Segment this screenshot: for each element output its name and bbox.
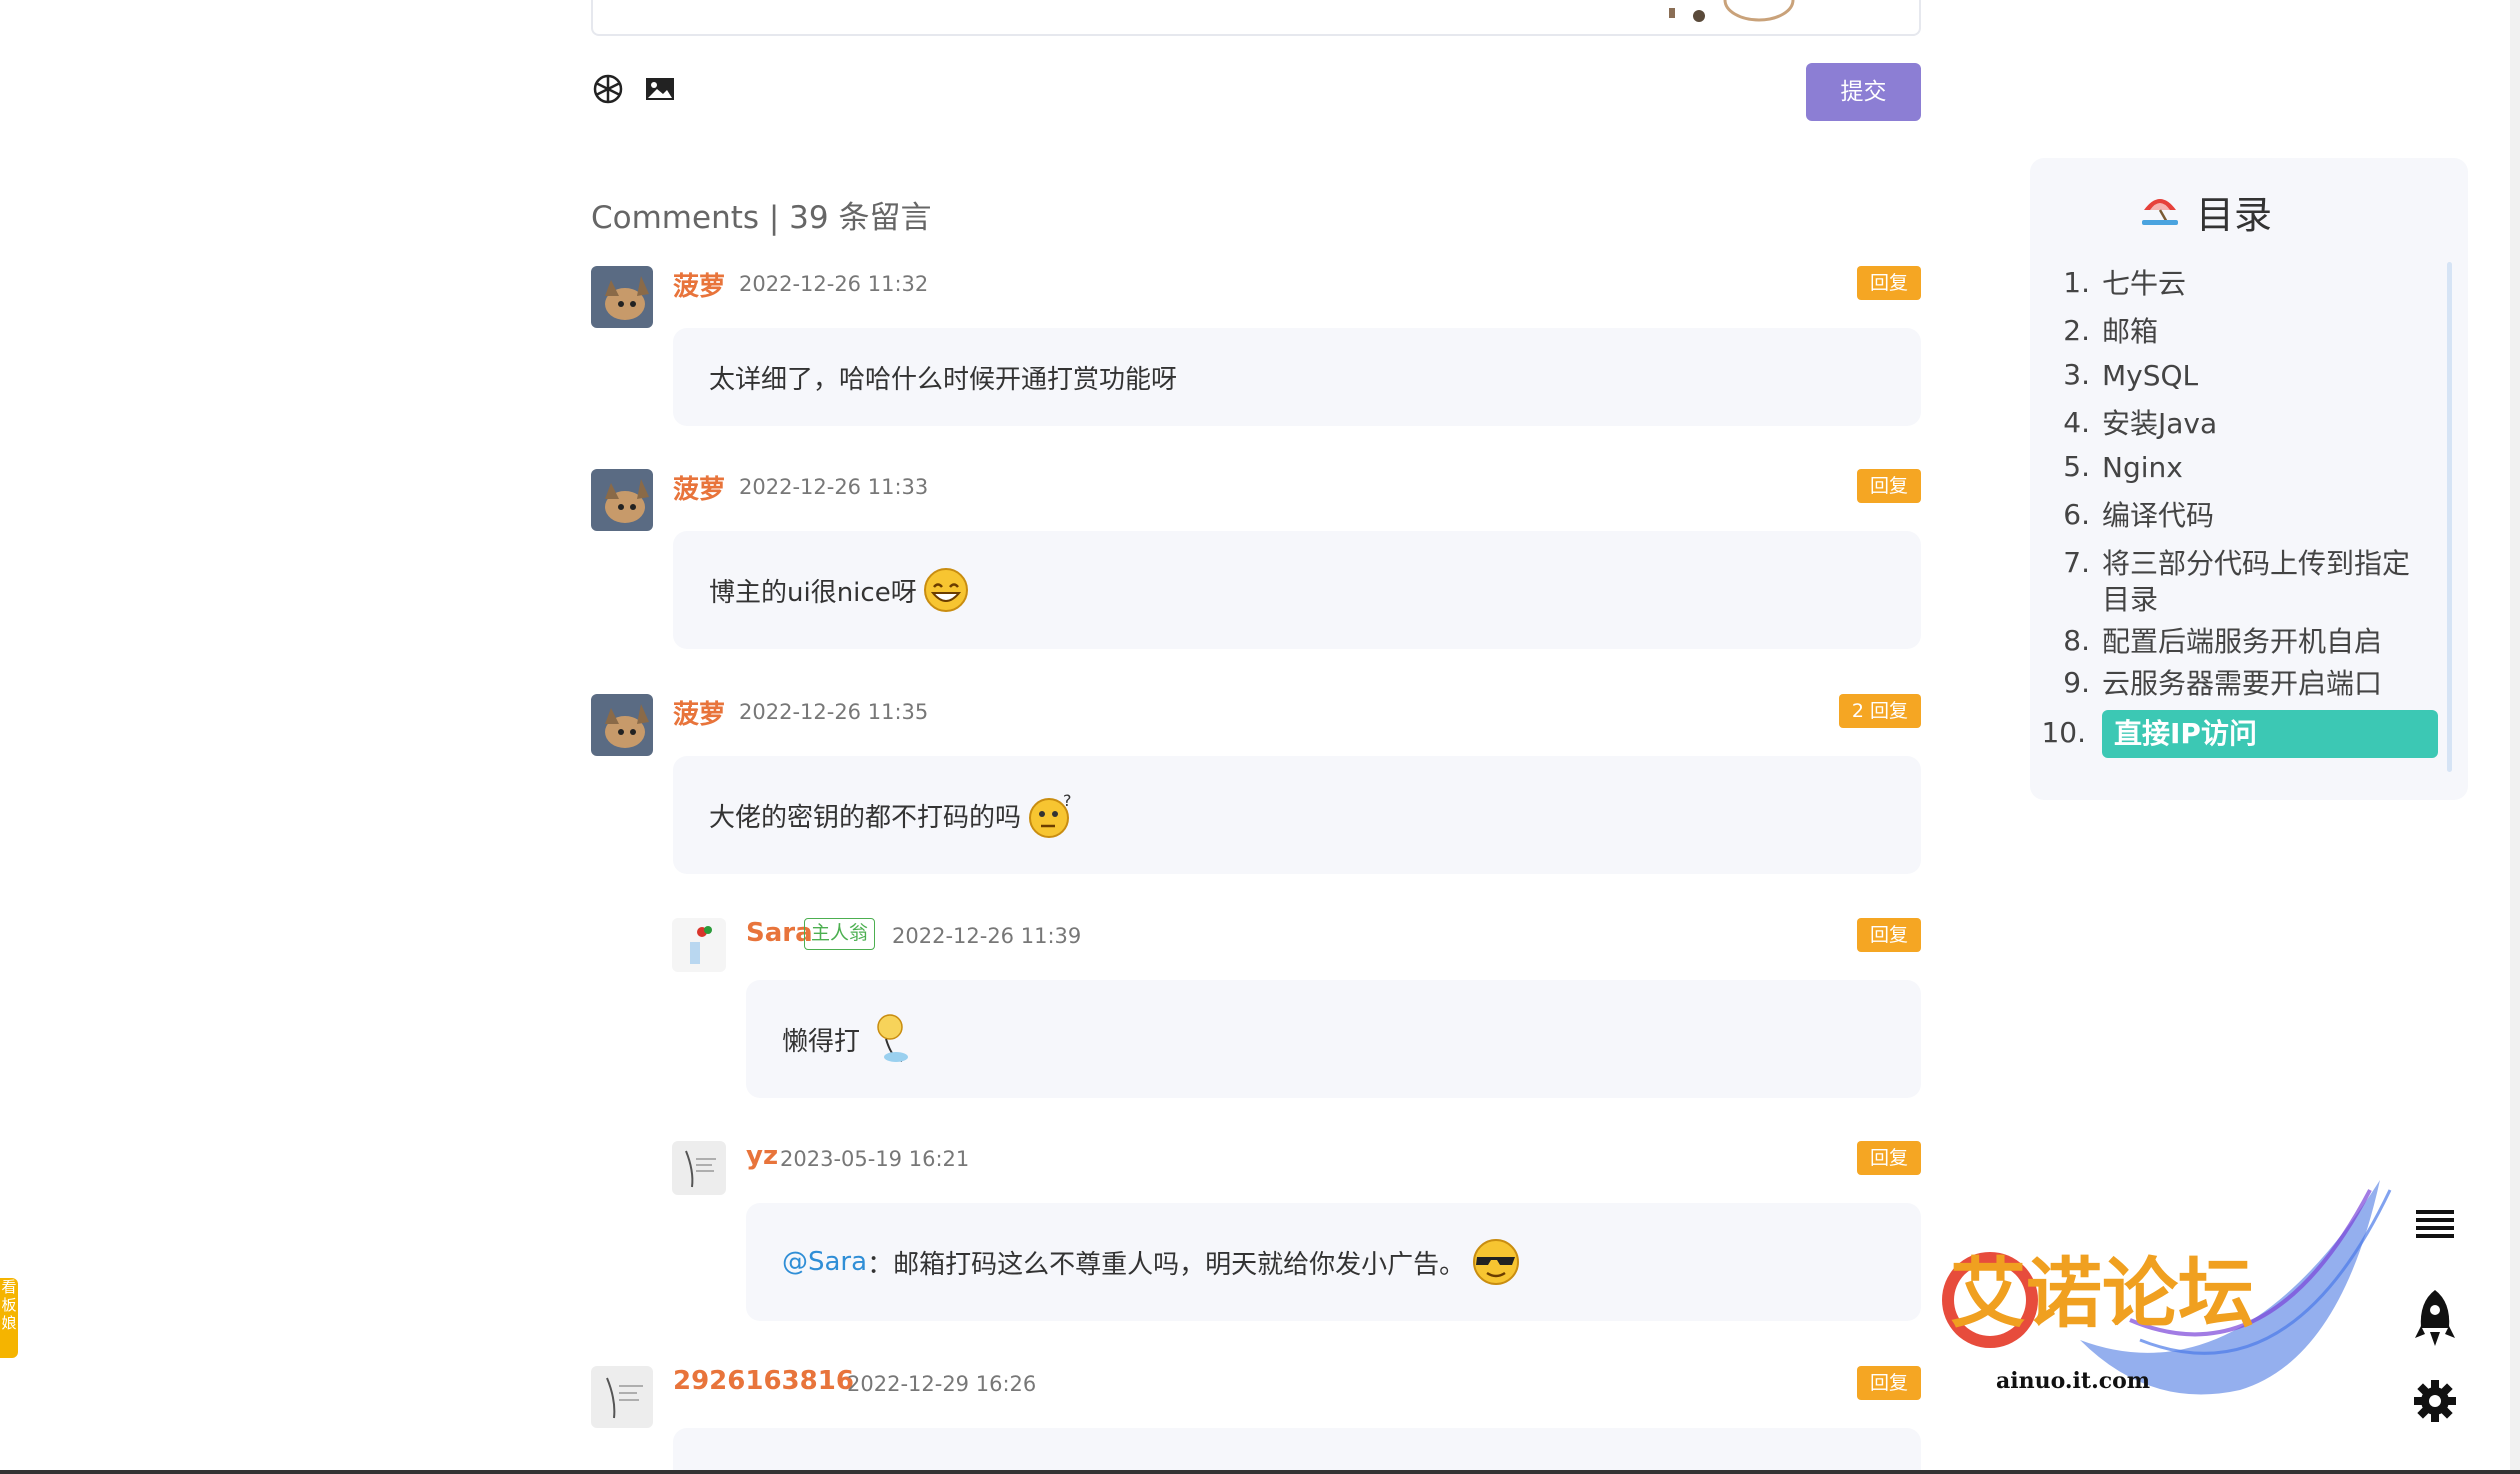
comment-author[interactable]: 2926163816 — [673, 1366, 854, 1396]
toc-item-number: 4. — [2063, 406, 2090, 439]
comment-text: 大佬的密钥的都不打码的吗 — [709, 802, 1022, 833]
avatar[interactable] — [672, 918, 726, 972]
bottom-divider — [0, 1470, 2520, 1474]
toc-item-label: 邮箱 — [2102, 315, 2159, 348]
comment-item: 2926163816 2022-12-29 16:26 回复 — [591, 1366, 1921, 1474]
toc-item[interactable]: 8. 配置后端服务开机自启 — [2030, 624, 2468, 664]
toc-item-label: 将三部分代码上传到指定目录 — [2102, 547, 2411, 616]
avatar[interactable] — [591, 469, 653, 531]
comment-bubble: 懒得打 — [746, 980, 1921, 1098]
toc-item[interactable]: 4. 安装Java — [2030, 406, 2468, 446]
gear-icon[interactable] — [2410, 1376, 2460, 1426]
toc-item-number: 9. — [2063, 666, 2090, 699]
toc-item[interactable]: 5. Nginx — [2030, 450, 2468, 490]
toc-item-label: Nginx — [2102, 451, 2183, 484]
comment-author[interactable]: yz — [746, 1141, 778, 1171]
reply-button[interactable]: 回复 — [1857, 1141, 1921, 1175]
comment-bubble: 大佬的密钥的都不打码的吗 ? — [673, 756, 1921, 874]
toc-item-number: 7. — [2063, 546, 2090, 579]
comment-time: 2022-12-26 11:32 — [739, 272, 929, 296]
comment-time: 2022-12-26 11:39 — [892, 924, 1082, 948]
toc-item-number: 1. — [2063, 266, 2090, 299]
comments-title: Comments | 39 条留言 — [591, 200, 932, 236]
toc-item[interactable]: 9. 云服务器需要开启端口 — [2030, 666, 2468, 706]
image-icon[interactable] — [643, 72, 677, 106]
submit-button[interactable]: 提交 — [1806, 63, 1921, 121]
comment-reply: yz 2023-05-19 16:21 回复 @Sara ：邮箱打码这么不尊重人… — [672, 1141, 1921, 1321]
toc-title: 目录 — [2196, 193, 2273, 237]
toc-item[interactable]: 2. 邮箱 — [2030, 314, 2468, 354]
toc-item[interactable]: 3. MySQL — [2030, 358, 2468, 398]
reply-button[interactable]: 回复 — [1857, 266, 1921, 300]
comment-bubble: 太详细了，哈哈什么时候开通打赏功能呀 — [673, 328, 1921, 426]
reply-button[interactable]: 回复 — [1857, 469, 1921, 503]
comment-editor[interactable] — [591, 0, 1921, 36]
avatar[interactable] — [591, 266, 653, 328]
comment-item: 菠萝 2022-12-26 11:35 2 回复 大佬的密钥的都不打码的吗 ? — [591, 694, 1921, 874]
grin-emoji-icon — [923, 568, 968, 612]
toc-panel: 目录 1. 七牛云 2. 邮箱 3. MySQL 4. 安装Java 5. Ng… — [2030, 158, 2468, 800]
reply-button[interactable]: 回复 — [1857, 1366, 1921, 1400]
svg-text:?: ? — [1063, 791, 1072, 810]
comment-bubble: @Sara ：邮箱打码这么不尊重人吗，明天就给你发小广告。 — [746, 1203, 1921, 1321]
toc-item-number: 5. — [2063, 450, 2090, 483]
toc-item[interactable]: 7. 将三部分代码上传到指定目录 — [2030, 546, 2468, 622]
site-watermark: 艾诺论坛 ainuo.it.com — [1942, 1180, 2392, 1395]
comment-author[interactable]: 菠萝 — [673, 266, 725, 303]
comment-item: 菠萝 2022-12-26 11:33 回复 博主的ui很nice呀 — [591, 469, 1921, 649]
toc-item-number: 6. — [2063, 498, 2090, 531]
comment-text: 懒得打 — [782, 1026, 861, 1057]
thinking-emoji-icon: ? — [1029, 791, 1072, 838]
toc-item-label: 直接IP访问 — [2114, 717, 2257, 750]
toc-item-number: 3. — [2063, 358, 2090, 391]
svg-text:艾诺论坛: 艾诺论坛 — [1950, 1249, 2254, 1338]
side-widget-tab[interactable]: 看板娘 — [0, 1278, 18, 1358]
menu-icon[interactable] — [2410, 1200, 2460, 1250]
toc-item-label: MySQL — [2102, 359, 2199, 392]
reply-button[interactable]: 回复 — [1857, 918, 1921, 952]
mention-link[interactable]: @Sara — [782, 1247, 867, 1277]
comment-text: 太详细了，哈哈什么时候开通打赏功能呀 — [709, 364, 1178, 395]
toc-item-label: 安装Java — [2102, 407, 2218, 440]
toc-item[interactable]: 6. 编译代码 — [2030, 498, 2468, 538]
comment-bubble: 博主的ui很nice呀 — [673, 531, 1921, 649]
page-scrollbar[interactable] — [2510, 0, 2520, 1474]
toc-item-label: 编译代码 — [2102, 499, 2215, 532]
comment-text: 博主的ui很nice呀 — [709, 577, 917, 608]
sticker-emoji-icon — [877, 1014, 909, 1062]
comment-bubble — [673, 1428, 1921, 1474]
editor-sticker-image — [1669, 0, 1795, 22]
comment-item: 菠萝 2022-12-26 11:32 回复 太详细了，哈哈什么时候开通打赏功能… — [591, 266, 1921, 430]
toc-item[interactable]: 1. 七牛云 — [2030, 266, 2468, 306]
comment-reply: Sara 主人翁 2022-12-26 11:39 回复 懒得打 — [672, 918, 1921, 1098]
comment-time: 2023-05-19 16:21 — [780, 1147, 970, 1171]
svg-text:ainuo.it.com: ainuo.it.com — [1996, 1368, 2150, 1394]
avatar[interactable] — [591, 694, 653, 756]
toc-item-label: 七牛云 — [2102, 267, 2187, 300]
comment-time: 2022-12-29 16:26 — [847, 1372, 1037, 1396]
owner-badge: 主人翁 — [804, 918, 876, 950]
comment-author[interactable]: 菠萝 — [673, 694, 725, 731]
comment-time: 2022-12-26 11:33 — [739, 475, 929, 499]
cool-emoji-icon — [1473, 1239, 1520, 1285]
comment-author[interactable]: 菠萝 — [673, 469, 725, 506]
toc-item-label: 云服务器需要开启端口 — [2102, 667, 2383, 700]
comment-text: ：邮箱打码这么不尊重人吗，明天就给你发小广告。 — [867, 1249, 1466, 1280]
comment-author[interactable]: Sara — [746, 918, 813, 948]
avatar[interactable] — [672, 1141, 726, 1195]
toc-item-active[interactable]: 10. 直接IP访问 — [2030, 716, 2468, 756]
emoji-icon[interactable] — [591, 72, 625, 106]
avatar[interactable] — [591, 1366, 653, 1428]
comment-time: 2022-12-26 11:35 — [739, 700, 929, 724]
toc-item-number: 10. — [2041, 716, 2086, 749]
toc-item-number: 2. — [2063, 314, 2090, 347]
toc-item-label: 配置后端服务开机自启 — [2102, 625, 2383, 658]
rocket-icon[interactable] — [2410, 1286, 2460, 1350]
toc-item-number: 8. — [2063, 624, 2090, 657]
reply-button[interactable]: 2 回复 — [1839, 694, 1921, 728]
toc-beach-icon — [2142, 199, 2178, 225]
